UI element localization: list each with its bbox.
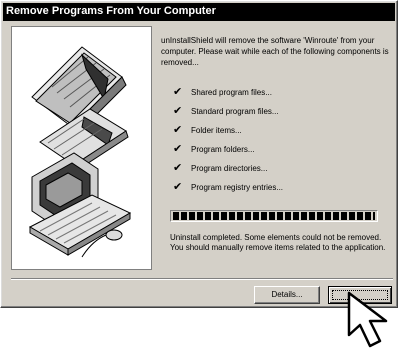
check-icon: ✔: [173, 104, 183, 117]
step-label: Program registry entries...: [191, 183, 284, 192]
step-label: Program folders...: [191, 145, 255, 154]
completion-message: Uninstall completed. Some elements could…: [170, 233, 386, 252]
check-icon: ✔: [173, 123, 183, 136]
uninstall-dialog: Remove Programs From Your Computer unIns…: [0, 0, 398, 308]
progress-bar: [170, 210, 378, 222]
side-illustration: [11, 26, 152, 270]
computer-documents-icon: [28, 46, 132, 258]
progress-fill: [173, 212, 375, 220]
check-icon: ✔: [173, 161, 183, 174]
list-item: ✔ Program directories...: [173, 161, 393, 182]
window-title: Remove Programs From Your Computer: [6, 5, 216, 17]
divider: [11, 278, 393, 280]
details-button[interactable]: Details...: [254, 286, 320, 304]
step-label: Folder items...: [191, 126, 242, 135]
component-list: ✔ Shared program files... ✔ Standard pro…: [173, 85, 393, 201]
list-item: ✔ Folder items...: [173, 123, 393, 144]
check-icon: ✔: [173, 142, 183, 155]
check-icon: ✔: [173, 85, 183, 98]
arrow-cursor-icon: [347, 291, 388, 348]
step-label: Program directories...: [191, 164, 268, 173]
intro-message: unInstallShield will remove the software…: [161, 36, 389, 67]
list-item: ✔ Standard program files...: [173, 104, 393, 125]
check-icon: ✔: [173, 180, 183, 193]
list-item: ✔ Program folders...: [173, 142, 393, 163]
step-label: Standard program files...: [191, 107, 279, 116]
step-label: Shared program files...: [191, 88, 272, 97]
title-bar[interactable]: Remove Programs From Your Computer: [3, 3, 395, 21]
list-item: ✔ Program registry entries...: [173, 180, 393, 201]
list-item: ✔ Shared program files...: [173, 85, 393, 106]
